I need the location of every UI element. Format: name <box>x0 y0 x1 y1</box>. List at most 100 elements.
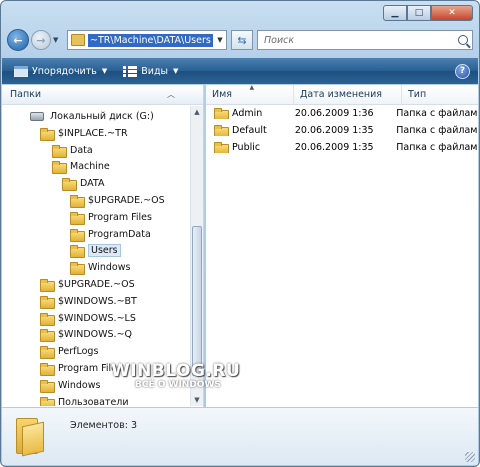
tree-item[interactable]: Пользователи <box>40 394 129 406</box>
tree-item[interactable]: $WINDOWS.~LS <box>40 310 136 327</box>
folder-icon <box>40 127 55 141</box>
folder-icon <box>40 279 55 292</box>
folder-icon <box>70 228 85 242</box>
tree-item[interactable]: $UPGRADE.~OS <box>70 192 165 209</box>
close-button[interactable]: ✕ <box>431 5 473 21</box>
views-menu[interactable]: Виды ▼ <box>119 60 182 82</box>
folder-icon <box>62 178 77 192</box>
tree-item[interactable]: Windows <box>70 259 130 276</box>
tree-item-label: ProgramData <box>88 228 151 240</box>
column-date-label: Дата изменения <box>300 89 383 100</box>
cell-name: Public <box>206 142 289 153</box>
folders-header-label: Папки <box>10 89 42 100</box>
folder-icon <box>70 195 85 208</box>
refresh-button[interactable]: ⇆ <box>231 30 253 50</box>
forward-button[interactable]: → <box>31 30 51 50</box>
minimize-button[interactable]: ▁ <box>383 5 407 21</box>
refresh-icon: ⇆ <box>237 33 247 47</box>
folder-icon <box>40 295 55 309</box>
explorer-window: ▁ □ ✕ ← → ▼ ~TR\Machine\DATA\Users ▼ ⇆ П… <box>0 0 480 467</box>
organize-icon <box>14 65 28 77</box>
views-icon <box>123 65 138 77</box>
maximize-button[interactable]: □ <box>407 5 431 21</box>
column-header-type[interactable]: Тип <box>402 85 478 104</box>
folder-icon <box>52 161 67 175</box>
cell-name: Admin <box>206 108 289 119</box>
organize-label: Упорядочить <box>32 65 97 77</box>
tree-item[interactable]: Machine <box>52 158 110 175</box>
scroll-down-icon[interactable]: ▼ <box>191 394 203 406</box>
tree-item-label: Локальный диск (G:) <box>50 111 154 122</box>
cell-type: Папка с файлами <box>396 142 478 153</box>
folder-icon <box>71 34 85 46</box>
tree-item[interactable]: Users <box>70 242 121 259</box>
cell-type: Папка с файлами <box>396 125 478 136</box>
tree-item-label: $WINDOWS.~LS <box>58 312 136 324</box>
tree-item[interactable]: Data <box>52 142 93 159</box>
tree-item-label: DATA <box>80 178 105 190</box>
tree-item-label: Users <box>88 244 121 258</box>
cell-date: 20.06.2009 1:35 <box>294 142 374 153</box>
tree-item-label: $WINDOWS.~Q <box>58 329 133 341</box>
sort-ascending-icon: ▲ <box>249 84 255 91</box>
search-placeholder: Поиск <box>264 34 295 46</box>
address-bar[interactable]: ~TR\Machine\DATA\Users ▼ <box>67 30 227 50</box>
address-dropdown[interactable]: ▼ <box>214 36 226 44</box>
tree-item-label: $WINDOWS.~BT <box>58 295 137 307</box>
column-name-label: Имя <box>212 89 232 100</box>
organize-menu[interactable]: Упорядочить ▼ <box>10 60 111 82</box>
cell-type: Папка с файлами <box>396 108 478 119</box>
folder-icon <box>40 396 55 406</box>
cell-date: 20.06.2009 1:36 <box>294 108 374 119</box>
cell-date: 20.06.2009 1:35 <box>294 125 374 136</box>
scroll-up-icon[interactable]: ▲ <box>191 106 203 118</box>
chevron-down-icon: ▼ <box>173 67 179 75</box>
tree-item[interactable]: Program Files <box>70 209 152 226</box>
tree-item[interactable]: DATA <box>62 175 104 192</box>
address-path[interactable]: ~TR\Machine\DATA\Users <box>88 33 213 47</box>
back-button[interactable]: ← <box>7 29 29 51</box>
tree-item[interactable]: Локальный диск (G:) <box>30 108 154 125</box>
tree-item[interactable]: ProgramData <box>70 226 151 243</box>
drive-icon <box>30 112 44 121</box>
tree-item-label: Machine <box>70 161 110 173</box>
address-row: ← → ▼ ~TR\Machine\DATA\Users ▼ ⇆ Поиск <box>7 29 473 51</box>
tree-item-label: $INPLACE.~TR <box>58 127 128 139</box>
help-button[interactable]: ? <box>455 63 470 79</box>
search-icon[interactable] <box>458 35 468 45</box>
folders-header[interactable]: Папки ︿ <box>2 85 203 105</box>
tree-item[interactable]: $UPGRADE.~OS <box>40 276 135 293</box>
tree-item[interactable]: $WINDOWS.~Q <box>40 326 132 343</box>
tree-item[interactable]: Program Files <box>40 360 122 377</box>
chevron-up-icon: ︿ <box>167 90 175 99</box>
tree-item-label: Windows <box>88 262 131 274</box>
tree-item[interactable]: $INPLACE.~TR <box>40 125 128 142</box>
recent-pages-dropdown[interactable]: ▼ <box>53 36 63 44</box>
watermark-sub: ВСЁ О WINDOWS <box>135 380 221 390</box>
folder-icon <box>70 262 85 276</box>
forward-arrow-icon: → <box>36 33 46 47</box>
folder-icon <box>40 312 55 326</box>
table-row[interactable]: Public 20.06.2009 1:35 Папка с файлами <box>206 139 478 156</box>
tree-item[interactable]: Windows <box>40 377 100 394</box>
tree-item-label: Windows <box>58 379 101 391</box>
watermark: WINBLOG.RU ВСЁ О WINDOWS <box>111 361 240 390</box>
table-row[interactable]: Default 20.06.2009 1:35 Папка с файлами <box>206 122 478 139</box>
tree-item[interactable]: PerfLogs <box>40 343 98 360</box>
help-icon: ? <box>459 66 466 76</box>
chevron-down-icon: ▼ <box>101 67 108 75</box>
resize-grip-icon[interactable] <box>465 452 475 462</box>
column-header-date[interactable]: Дата изменения <box>294 85 402 104</box>
search-input[interactable]: Поиск <box>257 30 473 50</box>
folder-icon <box>40 363 55 376</box>
table-row[interactable]: Admin 20.06.2009 1:36 Папка с файлами <box>206 105 478 122</box>
scrollbar-thumb[interactable] <box>192 226 202 376</box>
folder-icon <box>70 211 85 225</box>
column-header-name[interactable]: ▲ Имя <box>206 84 294 104</box>
folder-large-icon <box>16 418 46 457</box>
column-type-label: Тип <box>408 89 427 100</box>
folder-icon <box>40 329 55 343</box>
folder-icon <box>40 346 55 360</box>
navigation-pane: Папки ︿ Локальный диск (G:) $INPLACE.~TR D… <box>2 85 204 407</box>
tree-item[interactable]: $WINDOWS.~BT <box>40 293 137 310</box>
